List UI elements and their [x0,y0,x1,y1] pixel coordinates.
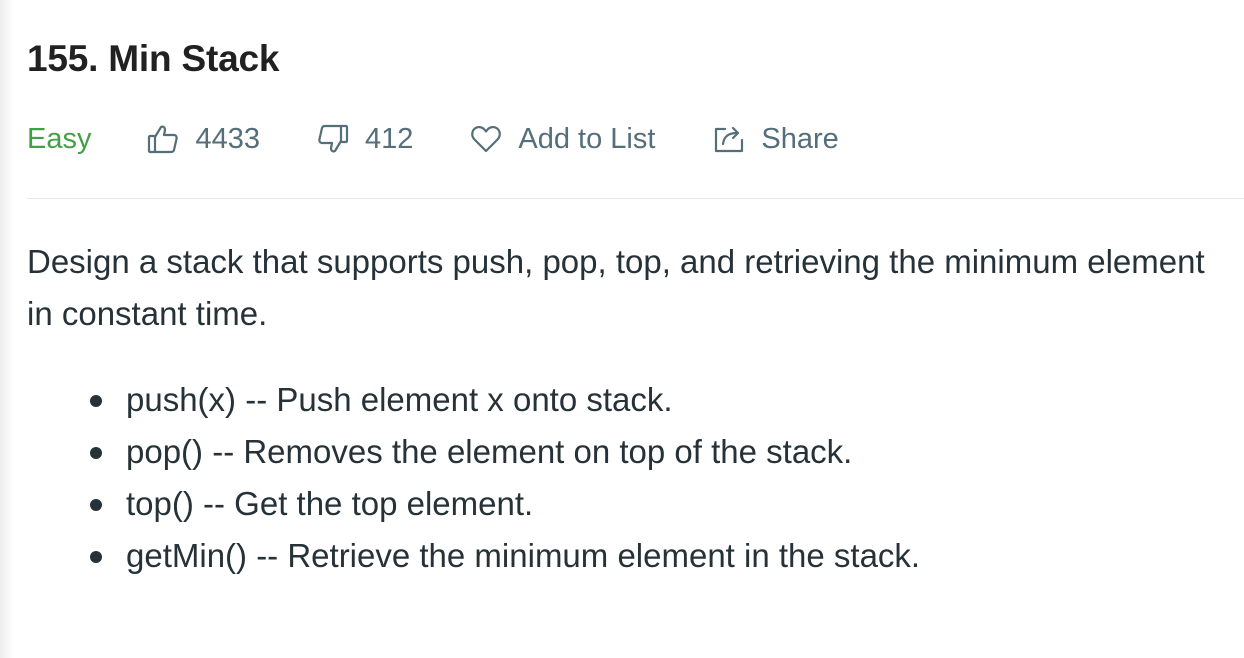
operations-list: push(x) -- Push element x onto stack. po… [90,374,920,582]
operation-text: top() -- Get the top element. [126,485,534,522]
share-button[interactable]: Share [713,122,839,156]
problem-description: Design a stack that supports push, pop, … [27,243,1205,332]
bullet-icon [90,499,102,511]
divider [27,198,1244,199]
operation-text: push(x) -- Push element x onto stack. [126,381,673,418]
problem-meta-bar: Easy 4433 412 Add to List Share [27,116,839,162]
list-item: top() -- Get the top element. [90,478,920,530]
difficulty-badge: Easy [27,122,92,155]
bullet-icon [90,447,102,459]
operation-text: pop() -- Removes the element on top of t… [126,433,853,470]
problem-title: 155. Min Stack [27,38,280,79]
operation-text: getMin() -- Retrieve the minimum element… [126,537,921,574]
left-edge-shadow [0,0,14,658]
heart-icon [470,124,502,154]
add-to-list-button[interactable]: Add to List [470,123,655,156]
list-item: push(x) -- Push element x onto stack. [90,374,920,426]
like-count: 4433 [195,122,260,155]
thumbs-up-icon [147,124,179,154]
like-button[interactable]: 4433 [147,123,260,156]
list-item: getMin() -- Retrieve the minimum element… [90,530,920,582]
add-to-list-label: Add to List [518,122,656,155]
share-label: Share [761,122,839,155]
share-icon [713,124,745,154]
bullet-icon [90,551,102,563]
list-item: pop() -- Removes the element on top of t… [90,426,920,478]
thumbs-down-icon [317,124,349,154]
dislike-count: 412 [365,122,414,155]
dislike-button[interactable]: 412 [317,123,413,156]
bullet-icon [90,395,102,407]
